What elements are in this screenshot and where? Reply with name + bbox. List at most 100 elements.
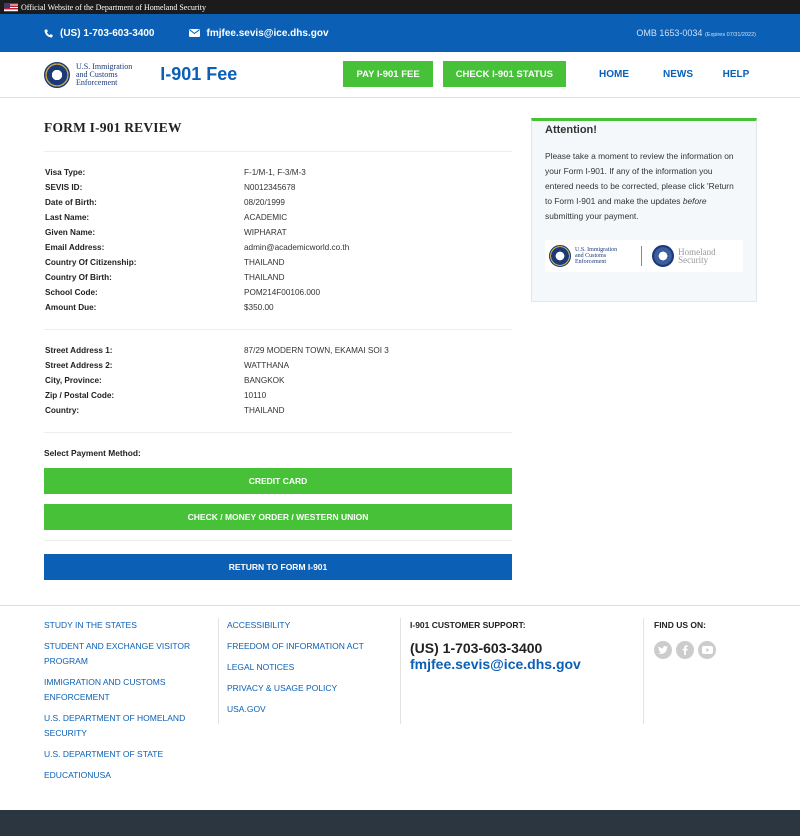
logo-divider — [641, 246, 643, 266]
field-value: admin@academicworld.co.th — [244, 243, 350, 252]
contact-phone-text: (US) 1-703-603-3400 — [60, 27, 155, 39]
footer-link[interactable]: USA.GOV — [227, 702, 407, 717]
payment-method-label: Select Payment Method: — [44, 448, 141, 458]
field-label: SEVIS ID: — [45, 183, 83, 192]
footer-link[interactable]: STUDY IN THE STATES — [44, 618, 204, 633]
field-value: THAILAND — [244, 258, 285, 267]
ice-seal-icon — [549, 245, 571, 267]
footer-divider — [400, 618, 401, 724]
support-email[interactable]: fmjfee.sevis@ice.dhs.gov — [410, 656, 630, 672]
contact-email-text: fmjfee.sevis@ice.dhs.gov — [206, 27, 329, 39]
kv-row: Street Address 2: WATTHANA — [44, 358, 512, 373]
review-form: FORM I-901 REVIEW Visa Type: F-1/M-1, F-3… — [44, 118, 512, 580]
contact-phone[interactable]: (US) 1-703-603-3400 — [44, 28, 155, 39]
footer-links-col-2: ACCESSIBILITY FREEDOM OF INFORMATION ACT… — [227, 618, 407, 723]
attention-text-part: submitting your payment. — [545, 211, 639, 221]
social-section: FIND US ON: — [654, 618, 774, 659]
field-label: Email Address: — [45, 243, 105, 252]
footer-divider — [218, 618, 219, 724]
footer-link[interactable]: U.S. DEPARTMENT OF STATE — [44, 747, 204, 762]
credit-card-button[interactable]: CREDIT CARD — [44, 468, 512, 494]
field-value: THAILAND — [244, 406, 285, 415]
kv-row: Given Name: WIPHARAT — [44, 225, 512, 240]
omb-number: OMB 1653-0034 (Expires 07/31/2022) — [636, 28, 756, 38]
gov-banner: Official Website of the Department of Ho… — [0, 0, 800, 14]
return-to-form-button[interactable]: RETURN TO FORM I-901 — [44, 554, 512, 580]
field-value: POM214F00106.000 — [244, 288, 321, 297]
footer-link[interactable]: ACCESSIBILITY — [227, 618, 407, 633]
omb-expires: (Expires 07/31/2022) — [704, 32, 756, 38]
attention-emphasis: before — [682, 196, 707, 206]
field-value: 87/29 MODERN TOWN, EKAMAI SOI 3 — [244, 346, 389, 355]
page-title: FORM I-901 REVIEW — [44, 118, 512, 152]
footer-link[interactable]: IMMIGRATION AND CUSTOMS ENFORCEMENT — [44, 675, 204, 705]
kv-row: Email Address: admin@academicworld.co.th — [44, 240, 512, 255]
kv-row: Street Address 1: 87/29 MODERN TOWN, EKAM… — [44, 343, 512, 358]
facebook-icon[interactable] — [676, 641, 694, 659]
divider — [44, 540, 512, 541]
site-brand[interactable]: I-901 Fee — [160, 64, 237, 85]
field-label: Amount Due: — [45, 303, 97, 312]
support-heading: I-901 CUSTOMER SUPPORT: — [410, 620, 526, 630]
customer-support: I-901 CUSTOMER SUPPORT: (US) 1-703-603-3… — [410, 618, 630, 672]
field-value: ACADEMIC — [244, 213, 288, 222]
contact-bar: (US) 1-703-603-3400 fmjfee.sevis@ice.dhs… — [0, 14, 800, 52]
attention-text: Please take a moment to review the infor… — [545, 149, 743, 224]
hs-logo-line: Security — [678, 255, 709, 265]
site-footer: STUDY IN THE STATES STUDENT AND EXCHANGE… — [0, 605, 800, 810]
kv-row: Date of Birth: 08/20/1999 — [44, 195, 512, 210]
field-label: Country Of Citizenship: — [45, 258, 137, 267]
ice-logo-text: U.S. Immigration and Customs Enforcement — [575, 247, 617, 265]
ice-logo-line: Enforcement — [575, 259, 606, 265]
nav-help[interactable]: HELP — [716, 69, 756, 80]
twitter-icon[interactable] — [654, 641, 672, 659]
agency-name: U.S. Immigration and Customs Enforcement — [76, 62, 132, 87]
footer-link[interactable]: EDUCATIONUSA — [44, 768, 204, 783]
field-value: 10110 — [244, 391, 267, 400]
check-status-button[interactable]: CHECK I-901 STATUS — [442, 61, 566, 87]
youtube-icon[interactable] — [698, 641, 716, 659]
field-value: BANGKOK — [244, 376, 285, 385]
check-money-order-button[interactable]: CHECK / MONEY ORDER / WESTERN UNION — [44, 504, 512, 530]
footer-bottom-bar — [0, 810, 800, 836]
ice-logo[interactable]: U.S. Immigration and Customs Enforcement — [44, 61, 132, 88]
kv-row: Country: THAILAND — [44, 403, 512, 418]
field-value: WATTHANA — [244, 361, 290, 370]
kv-row: City, Province: BANGKOK — [44, 373, 512, 388]
field-label: Country Of Birth: — [45, 273, 112, 282]
envelope-icon — [188, 29, 200, 37]
dhs-seal-icon — [652, 245, 675, 267]
site-header: U.S. Immigration and Customs Enforcement… — [0, 52, 800, 98]
field-value: THAILAND — [244, 273, 285, 282]
nav-news[interactable]: NEWS — [652, 69, 704, 80]
footer-link[interactable]: FREEDOM OF INFORMATION ACT — [227, 639, 407, 654]
find-us-heading: FIND US ON: — [654, 620, 706, 630]
footer-link[interactable]: PRIVACY & USAGE POLICY — [227, 681, 407, 696]
field-label: Last Name: — [45, 213, 90, 222]
field-label: Zip / Postal Code: — [45, 391, 115, 400]
kv-row: Country Of Citizenship: THAILAND — [44, 255, 512, 270]
kv-row: Zip / Postal Code: 10110 — [44, 388, 512, 403]
nav-home[interactable]: HOME — [588, 69, 640, 80]
field-label: Street Address 2: — [45, 361, 113, 370]
field-value: $350.00 — [244, 303, 274, 312]
us-flag-icon — [4, 2, 18, 12]
field-value: 08/20/1999 — [244, 198, 285, 207]
footer-links-col-1: STUDY IN THE STATES STUDENT AND EXCHANGE… — [44, 618, 204, 789]
footer-divider — [643, 618, 644, 724]
footer-link[interactable]: LEGAL NOTICES — [227, 660, 407, 675]
field-label: Country: — [45, 406, 80, 415]
dhs-seal-icon — [44, 61, 70, 88]
contact-email[interactable]: fmjfee.sevis@ice.dhs.gov — [188, 27, 329, 39]
main-nav: PAY I-901 FEE CHECK I-901 STATUS HOME NE… — [343, 61, 756, 87]
social-icons — [654, 641, 774, 659]
footer-link[interactable]: U.S. DEPARTMENT OF HOMELAND SECURITY — [44, 711, 204, 741]
footer-link[interactable]: STUDENT AND EXCHANGE VISITOR PROGRAM — [44, 639, 204, 669]
attention-title: Attention! — [545, 124, 597, 136]
pay-fee-button[interactable]: PAY I-901 FEE — [343, 61, 433, 87]
omb-text: OMB 1653-0034 — [636, 28, 703, 38]
field-label: Street Address 1: — [45, 346, 113, 355]
support-phone[interactable]: (US) 1-703-603-3400 — [410, 641, 630, 656]
field-label: Given Name: — [45, 228, 96, 237]
personal-info: Visa Type: F-1/M-1, F-3/M-3 SEVIS ID: N001… — [44, 152, 512, 330]
